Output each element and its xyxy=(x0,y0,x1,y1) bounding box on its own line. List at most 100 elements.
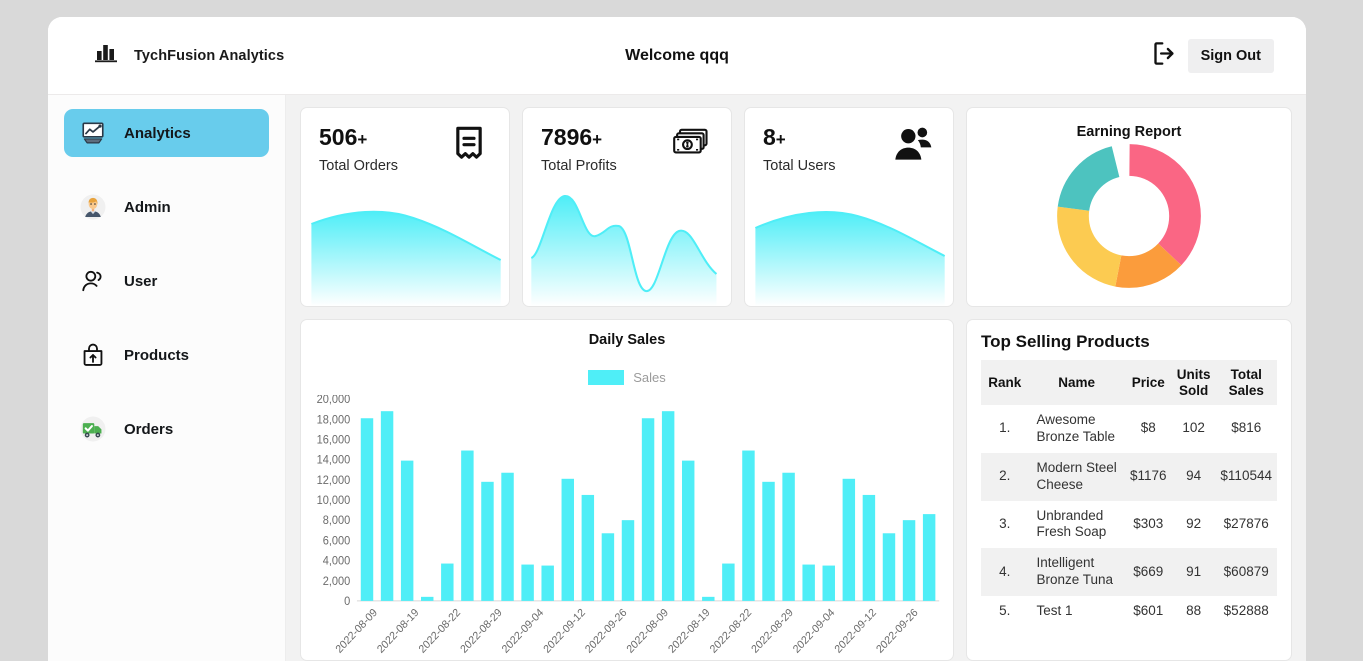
users-icon xyxy=(78,266,108,296)
sidebar-item-products[interactable]: Products xyxy=(64,331,269,379)
stat-card-total-orders: 506+ Total Orders xyxy=(300,107,510,307)
sidebar-item-orders[interactable]: Orders xyxy=(64,405,269,453)
y-axis-tick-label: 6,000 xyxy=(323,535,351,547)
top-selling-products-card: Top Selling Products Rank Name Price Uni… xyxy=(966,319,1292,661)
x-axis-tick-label: 2022-08-29 xyxy=(458,607,504,656)
sales-bar xyxy=(561,478,574,601)
x-axis-tick-label: 2022-08-09 xyxy=(625,607,671,656)
cell-price: $8 xyxy=(1140,420,1156,436)
sales-bar xyxy=(742,450,755,601)
x-axis-tick-label: 2022-08-29 xyxy=(749,607,795,656)
sidebar: Analytics Admin User Products Orders xyxy=(48,95,286,661)
sidebar-item-admin[interactable]: Admin xyxy=(64,183,269,231)
cell-rank: 1. xyxy=(999,420,1011,436)
receipt-icon xyxy=(447,122,491,166)
cell-name: Intelligent Bronze Tuna xyxy=(1028,548,1125,597)
y-axis-tick-label: 12,000 xyxy=(317,475,351,487)
cell-total: $110544 xyxy=(1215,452,1277,501)
x-axis-tick-label: 2022-08-22 xyxy=(708,607,754,656)
chart-legend: Sales xyxy=(311,370,943,385)
table-row: 2. Modern Steel Cheese $1176 94 $110544 xyxy=(981,452,1277,501)
y-axis-tick-label: 16,000 xyxy=(317,434,351,446)
sales-bar xyxy=(501,472,514,601)
sales-bar xyxy=(822,565,835,601)
sales-bar xyxy=(601,533,615,601)
sales-bar xyxy=(882,533,896,601)
cell-price: $601 xyxy=(1133,603,1164,619)
sales-bar xyxy=(722,563,735,601)
stat-card-total-profits: 7896+ Total Profits xyxy=(522,107,732,307)
sales-bar xyxy=(862,494,876,601)
cell-price: $669 xyxy=(1124,548,1172,597)
column-header-name: Name xyxy=(1028,360,1125,406)
cell-price: $303 xyxy=(1133,515,1164,531)
legend-label-sales: Sales xyxy=(633,370,666,385)
earning-report-card: Earning Report xyxy=(966,107,1292,307)
cell-rank: 2. xyxy=(981,452,1029,501)
charts-row: Daily Sales Sales 0 2,000 4,000 6,000 8,000 1… xyxy=(300,319,1292,661)
x-axis-tick-label: 2022-09-26 xyxy=(874,607,920,656)
x-axis-tick-label: 2022-09-12 xyxy=(833,607,879,656)
sidebar-item-label: Orders xyxy=(124,420,174,438)
table-row: 4. Intelligent Bronze Tuna $669 91 $60879 xyxy=(981,548,1277,597)
sidebar-item-analytics[interactable]: Analytics xyxy=(64,109,269,157)
sidebar-item-user[interactable]: User xyxy=(64,257,269,305)
table-header-row: Rank Name Price Units Sold Total Sales xyxy=(981,360,1277,406)
sales-bar xyxy=(681,460,695,601)
cell-name: Test 1 xyxy=(1036,603,1073,619)
sales-bar xyxy=(621,520,635,601)
x-axis-tick-label: 2022-08-09 xyxy=(334,607,380,656)
cell-total: $52888 xyxy=(1223,603,1269,619)
y-axis-tick-label: 4,000 xyxy=(323,555,351,567)
y-axis-tick-label: 18,000 xyxy=(317,414,351,426)
y-axis-tick-label: 0 xyxy=(344,596,350,608)
x-axis-tick-label: 2022-08-22 xyxy=(417,607,463,656)
daily-sales-plot: 0 2,000 4,000 6,000 8,000 10,000 12,000 14,000 1… xyxy=(311,395,943,660)
sidebar-item-label: Analytics xyxy=(124,124,191,142)
logout-icon[interactable] xyxy=(1151,40,1178,72)
sales-bar xyxy=(541,565,554,601)
y-axis-tick-label: 2,000 xyxy=(323,576,351,588)
sales-bar xyxy=(521,564,534,601)
sales-bar xyxy=(802,564,815,601)
daily-sales-card: Daily Sales Sales 0 2,000 4,000 6,000 8,000 1… xyxy=(300,319,954,661)
x-axis-tick-label: 2022-09-26 xyxy=(583,607,629,656)
products-table: Rank Name Price Units Sold Total Sales 1… xyxy=(981,360,1277,627)
shopping-bag-upload-icon xyxy=(78,340,108,370)
sales-bar xyxy=(380,411,394,601)
cell-rank: 4. xyxy=(981,548,1029,597)
daily-sales-title: Daily Sales xyxy=(588,332,666,348)
signout-area: Sign Out xyxy=(1151,38,1274,73)
total-profits-sparkline xyxy=(523,188,731,306)
y-axis-tick-label: 10,000 xyxy=(317,495,351,507)
sales-bar xyxy=(400,460,414,601)
y-axis-tick-label: 8,000 xyxy=(323,515,351,527)
sales-bar xyxy=(641,418,655,601)
admin-person-icon xyxy=(78,192,108,222)
column-header-total-sales: Total Sales xyxy=(1215,360,1277,406)
bar-chart-icon xyxy=(94,41,120,70)
legend-swatch-sales xyxy=(588,370,625,385)
cell-units: 92 xyxy=(1186,515,1202,531)
x-axis-tick-label: 2022-09-04 xyxy=(791,607,837,656)
stat-card-total-users: 8+ Total Users xyxy=(744,107,954,307)
products-title: Top Selling Products xyxy=(981,332,1150,351)
sign-out-button[interactable]: Sign Out xyxy=(1187,38,1274,73)
earning-report-title: Earning Report xyxy=(1076,124,1182,140)
x-axis-tick-label: 2022-09-12 xyxy=(542,607,588,656)
sales-bar xyxy=(702,596,715,601)
cell-rank: 5. xyxy=(999,603,1011,619)
sales-bar xyxy=(661,411,675,601)
sales-bar xyxy=(782,472,795,601)
column-header-price: Price xyxy=(1124,360,1172,406)
y-axis-tick-label: 14,000 xyxy=(317,454,351,466)
x-axis-tick-label: 2022-08-19 xyxy=(375,607,421,656)
sales-bar xyxy=(581,494,595,601)
stats-row: 506+ Total Orders 7896+ Total Profits 8+… xyxy=(300,107,1292,307)
earning-donut-chart xyxy=(967,142,1291,290)
brand: TychFusion Analytics xyxy=(94,41,284,70)
total-orders-sparkline xyxy=(301,188,509,306)
sales-bar xyxy=(842,478,856,601)
app-window: TychFusion Analytics Welcome qqq Sign Ou… xyxy=(48,17,1306,661)
main-content: 506+ Total Orders 7896+ Total Profits 8+… xyxy=(286,95,1306,661)
